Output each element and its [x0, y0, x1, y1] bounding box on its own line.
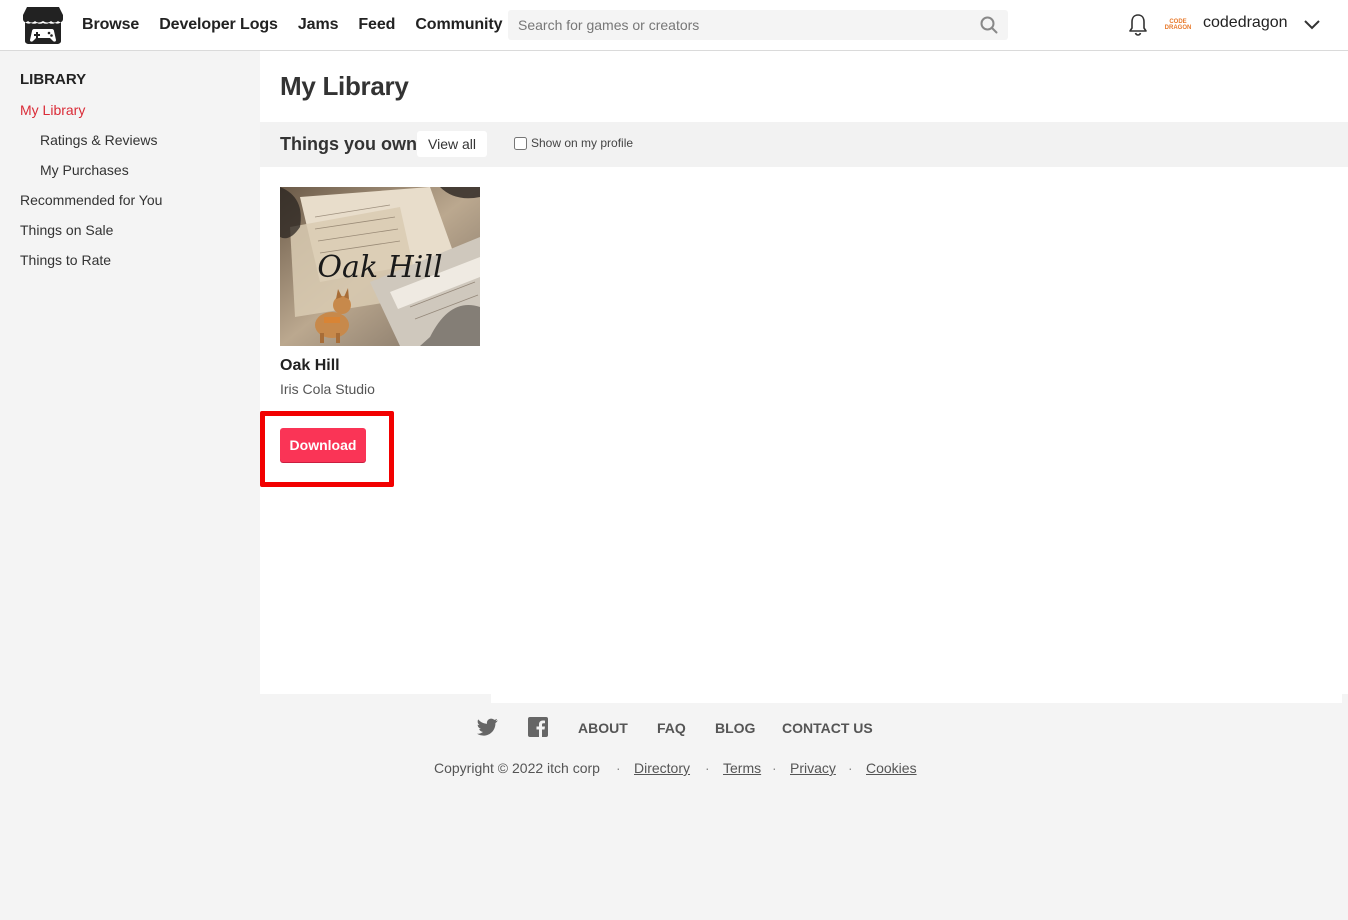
nav-feed[interactable]: Feed [358, 16, 395, 34]
chevron-down-icon[interactable] [1303, 15, 1321, 35]
nav-community[interactable]: Community [415, 16, 502, 34]
search-input[interactable] [508, 10, 1008, 40]
owned-section-header: Things you own View all Show on my profi… [260, 122, 1348, 167]
facebook-icon[interactable] [527, 716, 549, 738]
footer-terms-link[interactable]: Terms [723, 760, 761, 776]
twitter-icon[interactable] [477, 716, 499, 738]
footer-blog-link[interactable]: BLOG [715, 720, 755, 736]
sidebar-title: LIBRARY [20, 71, 87, 88]
main-nav: Browse Developer Logs Jams Feed Communit… [82, 0, 522, 50]
footer-contact-link[interactable]: CONTACT US [782, 720, 873, 736]
separator-dot: · [772, 760, 777, 776]
notification-bell-icon[interactable] [1127, 13, 1149, 37]
sidebar-item-recommended[interactable]: Recommended for You [20, 192, 162, 208]
cover-title-text: Oak Hill [317, 250, 442, 285]
footer-cookies-link[interactable]: Cookies [866, 760, 917, 776]
sidebar-item-my-purchases[interactable]: My Purchases [40, 162, 129, 178]
nav-browse[interactable]: Browse [82, 16, 139, 34]
footer-about-link[interactable]: ABOUT [578, 720, 628, 736]
separator-dot: · [848, 760, 853, 776]
sidebar-item-on-sale[interactable]: Things on Sale [20, 222, 113, 238]
sidebar-item-my-library[interactable]: My Library [20, 102, 85, 118]
username[interactable]: codedragon [1203, 14, 1288, 32]
footer-directory-link[interactable]: Directory [634, 760, 690, 776]
sidebar-item-to-rate[interactable]: Things to Rate [20, 252, 111, 268]
avatar-text: CODE DRAGON [1165, 19, 1191, 31]
game-title[interactable]: Oak Hill [280, 357, 340, 375]
itchio-logo-icon[interactable] [23, 7, 63, 44]
avatar[interactable]: CODE DRAGON [1165, 12, 1191, 38]
download-button[interactable]: Download [280, 428, 366, 462]
game-author[interactable]: Iris Cola Studio [280, 381, 375, 397]
page-title: My Library [280, 71, 409, 101]
search-box [508, 10, 1008, 40]
copyright-text: Copyright © 2022 itch corp [434, 760, 600, 776]
footer-faq-link[interactable]: FAQ [657, 720, 686, 736]
section-title: Things you own [280, 134, 417, 154]
search-icon[interactable] [980, 16, 998, 34]
game-cover-image[interactable]: Oak Hill [280, 187, 480, 346]
separator-dot: · [616, 760, 621, 776]
nav-jams[interactable]: Jams [298, 16, 339, 34]
sidebar-item-ratings-reviews[interactable]: Ratings & Reviews [40, 132, 158, 148]
nav-developer-logs[interactable]: Developer Logs [159, 16, 278, 34]
top-header: Browse Developer Logs Jams Feed Communit… [0, 0, 1348, 51]
footer-links: ABOUT FAQ BLOG CONTACT US [0, 716, 1348, 740]
view-all-button[interactable]: View all [417, 131, 487, 157]
game-cell: Oak Hill Oak Hill Iris Cola Studio [280, 187, 480, 397]
show-on-profile-checkbox[interactable] [514, 136, 527, 150]
content-bottom-edge [491, 694, 1342, 703]
footer-privacy-link[interactable]: Privacy [790, 760, 836, 776]
show-on-profile-toggle[interactable]: Show on my profile [514, 136, 633, 150]
show-on-profile-label: Show on my profile [531, 136, 634, 150]
separator-dot: · [705, 760, 710, 776]
main-content: My Library Things you own View all Show … [260, 51, 1348, 694]
